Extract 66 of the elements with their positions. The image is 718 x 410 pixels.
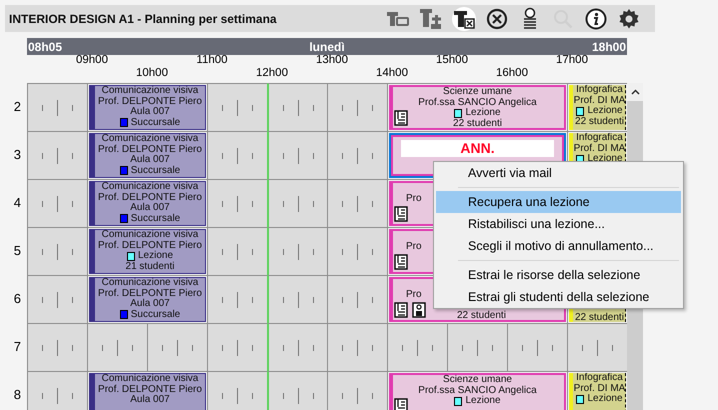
hour-label: 14h00 — [376, 67, 408, 80]
teacher-name: Prof. DELPONTE Piero — [98, 96, 202, 106]
teacher-name: Pro — [406, 290, 422, 300]
row-number: 3 — [12, 146, 22, 164]
student-count: 22 studenti — [575, 116, 624, 127]
day-label: lunedì — [309, 38, 345, 54]
row-number: 2 — [12, 98, 22, 116]
room-label: Aula 007 — [130, 395, 170, 406]
tag-label: Lezione — [587, 394, 623, 404]
room-label: Aula 007 — [130, 155, 170, 166]
subject-label: Scienze umane — [443, 87, 512, 98]
teacher-name: Prof. DI MA — [574, 144, 625, 154]
tag-label: Succursale — [130, 310, 180, 320]
student-count: 21 studenti — [126, 262, 174, 272]
end-time: 18h00 — [592, 38, 626, 56]
hour-label: 12h00 — [256, 67, 288, 80]
teacher-name: Prof.ssa SANCIO Angelica — [418, 386, 537, 396]
window-title: INTERIOR DESIGN A1 - Planning per settimana — [9, 10, 277, 28]
hour-label: 13h00 — [316, 54, 348, 67]
tag-label: Lezione — [465, 108, 501, 118]
row-number: 8 — [12, 386, 22, 404]
teacher-name: Prof. DELPONTE Piero — [98, 288, 202, 298]
room-label: Aula 007 — [130, 299, 170, 310]
student-count: 22 studenti — [457, 311, 506, 320]
student-count: 22 studenti — [453, 118, 502, 128]
subject-label: Infografica — [576, 373, 623, 384]
subject-label: Comunicazione visiva — [102, 86, 198, 96]
room-label: Aula 007 — [130, 203, 170, 214]
hour-label: 10h00 — [136, 67, 168, 80]
tag-label: Succursale — [130, 118, 180, 128]
subject-label: Scienze umane — [443, 375, 512, 386]
teacher-name: Prof. DI MA — [574, 96, 625, 106]
teacher-name: Pro — [406, 242, 422, 252]
hour-label: 11h00 — [196, 54, 228, 67]
subject-label: Comunicazione visiva — [102, 134, 198, 144]
tag-label: Lezione — [138, 251, 174, 262]
tag-label: Lezione — [587, 106, 623, 116]
hour-label: 17h00 — [556, 54, 588, 67]
teacher-name: Prof. DELPONTE Piero — [98, 240, 202, 250]
subject-label: Infografica — [576, 85, 623, 96]
hour-label: 16h00 — [496, 67, 528, 80]
teacher-name: Prof. DI MA — [574, 384, 625, 394]
subject-label: Comunicazione visiva — [102, 374, 198, 384]
teacher-name: Prof. DELPONTE Piero — [98, 144, 202, 154]
start-time: 08h05 — [28, 38, 62, 56]
hour-label: 15h00 — [436, 54, 468, 67]
teacher-name: Prof. DELPONTE Piero — [98, 192, 202, 202]
tag-label: Succursale — [130, 214, 180, 224]
row-number: 7 — [12, 338, 22, 356]
row-number: 5 — [12, 242, 22, 260]
hour-label: 09h00 — [76, 54, 108, 67]
subject-label: Comunicazione visiva — [102, 278, 198, 288]
teacher-name: Prof.ssa SANCIO Angelica — [418, 98, 537, 108]
cancelled-banner: ANN. — [401, 140, 554, 157]
teacher-name: Pro — [406, 194, 422, 204]
tag-label: Succursale — [130, 166, 180, 176]
subject-label: Infografica — [576, 133, 623, 144]
subject-label: Comunicazione visiva — [102, 182, 198, 192]
row-number: 4 — [12, 194, 22, 212]
room-label: Aula 007 — [130, 107, 170, 118]
tag-label: Lezione — [587, 154, 623, 164]
row-number: 6 — [12, 290, 22, 308]
teacher-name: Prof. DELPONTE Piero — [98, 384, 202, 394]
tag-label: Lezione — [465, 396, 501, 406]
subject-label: Comunicazione visiva — [102, 230, 198, 240]
student-count: 22 studenti — [575, 313, 624, 322]
